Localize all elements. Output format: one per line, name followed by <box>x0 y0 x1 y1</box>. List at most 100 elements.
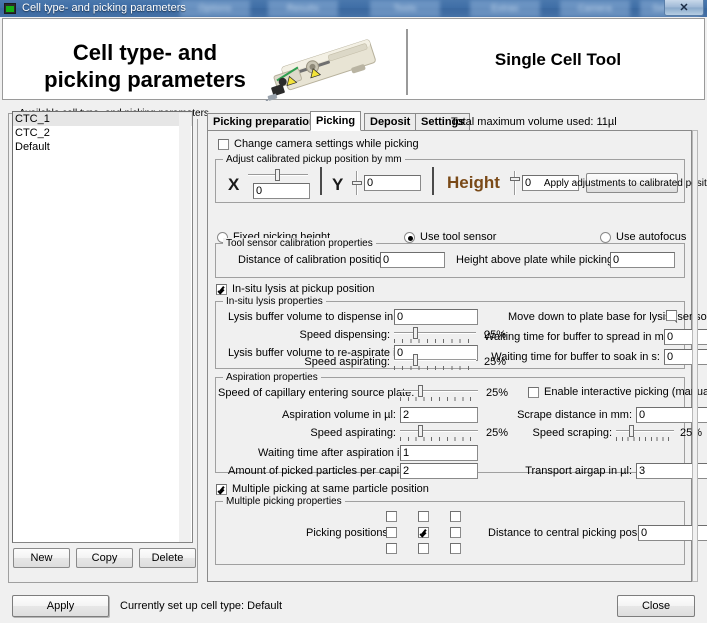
buffer-soak-time-input[interactable]: 0 <box>664 349 707 365</box>
buffer-soak-time-label: Waiting time for buffer to soak in s: <box>491 351 660 363</box>
speed-dispensing-ticks <box>394 339 476 343</box>
window-close-button[interactable]: ✕ <box>664 0 704 16</box>
list-item[interactable]: CTC_1 <box>13 112 192 126</box>
header-banner: Cell type- and picking parameters Single… <box>2 18 705 101</box>
amount-particles-input[interactable]: 2 <box>400 463 478 479</box>
lysis-speed-aspirating-thumb[interactable] <box>413 354 418 366</box>
aspiration-speed-track <box>400 430 478 432</box>
picking-position-cell-1-1[interactable] <box>418 527 429 538</box>
picking-position-cell-0-2[interactable] <box>450 511 461 522</box>
left-panel: Available cell type- and picking paramet… <box>8 105 212 589</box>
picking-position-cell-0-0[interactable] <box>386 511 397 522</box>
speed-dispensing-thumb[interactable] <box>413 327 418 339</box>
speed-capillary-slider[interactable] <box>400 385 478 401</box>
picking-position-cell-2-0[interactable] <box>386 543 397 554</box>
speed-scraping-slider[interactable] <box>616 425 674 441</box>
adjust-divider-2 <box>432 167 434 195</box>
list-item[interactable]: CTC_2 <box>13 126 192 140</box>
speed-dispensing-label: Speed dispensing: <box>299 329 390 341</box>
picking-position-cell-2-2[interactable] <box>450 543 461 554</box>
title-bar: Options Results Tools Extras Camera Sett… <box>0 0 707 17</box>
lysis-dispense-input[interactable]: 0 <box>394 309 478 325</box>
product-name: Single Cell Tool <box>494 50 622 69</box>
x-position-input[interactable]: 0 <box>253 183 310 199</box>
height-slider[interactable] <box>510 171 520 195</box>
close-button[interactable]: Close <box>617 595 695 617</box>
speed-dispensing-slider[interactable] <box>394 327 476 343</box>
aspiration-speed-slider[interactable] <box>400 425 478 441</box>
new-button[interactable]: New <box>13 548 70 568</box>
window-title: Cell type- and picking parameters <box>22 2 186 14</box>
picking-tab-panel: Change camera settings while picking Adj… <box>207 130 707 582</box>
change-camera-settings-label: Change camera settings while picking <box>234 138 419 150</box>
multiple-picking-group-label: Multiple picking properties <box>223 496 345 507</box>
calibration-distance-input[interactable]: 0 <box>380 252 445 268</box>
move-down-plate-base-label: Move down to plate base for lysis (senso… <box>508 311 707 323</box>
waiting-after-aspiration-label: Waiting time after aspiration in s: <box>258 447 418 459</box>
delete-button[interactable]: Delete <box>139 548 196 568</box>
y-axis-label: Y <box>332 175 344 194</box>
transport-airgap-label: Transport airgap in µl: <box>525 465 632 477</box>
enable-interactive-picking-label: Enable interactive picking (manual) <box>544 386 707 398</box>
speed-capillary-track <box>400 390 478 392</box>
listbox-scrollbar[interactable] <box>179 113 191 542</box>
speed-scraping-thumb[interactable] <box>629 425 634 437</box>
dialog-body: Available cell type- and picking paramet… <box>0 101 707 589</box>
aspiration-volume-label: Aspiration volume in µl: <box>282 409 396 421</box>
lysis-speed-aspirating-track <box>394 359 476 361</box>
tab-deposit[interactable]: Deposit <box>364 113 417 131</box>
background-window-tab-2: Results <box>268 0 338 17</box>
waiting-after-aspiration-input[interactable]: 1 <box>400 445 478 461</box>
copy-button[interactable]: Copy <box>76 548 133 568</box>
list-item[interactable]: Default <box>13 140 192 154</box>
move-down-plate-base-checkbox[interactable] <box>666 310 677 321</box>
background-window-tab-3: Tools <box>370 0 440 17</box>
speed-capillary-thumb[interactable] <box>418 385 423 397</box>
speed-capillary-label: Speed of capillary entering source plate… <box>218 387 415 399</box>
dialog-window: Options Results Tools Extras Camera Sett… <box>0 0 707 623</box>
height-slider-thumb[interactable] <box>510 177 520 181</box>
change-camera-settings-checkbox[interactable] <box>218 139 229 150</box>
use-tool-sensor-radio[interactable] <box>404 232 415 243</box>
tab-picking-preparation[interactable]: Picking preparation <box>207 113 322 131</box>
height-above-plate-input[interactable]: 0 <box>610 252 675 268</box>
page-title: Cell type- and picking parameters <box>25 39 265 93</box>
speed-scraping-ticks <box>616 437 674 441</box>
aspiration-speed-ticks <box>400 437 478 441</box>
background-window-tab-5: Camera <box>560 0 630 17</box>
total-volume-status: Total maximum volume used: 11µl <box>451 116 617 128</box>
buffer-spread-time-input[interactable]: 0 <box>664 329 707 345</box>
height-slider-track <box>514 171 516 195</box>
app-icon <box>4 3 16 14</box>
adjust-position-label: Adjust calibrated pickup position by mm <box>223 154 405 165</box>
aspiration-volume-input[interactable]: 2 <box>400 407 478 423</box>
lysis-speed-aspirating-ticks <box>394 366 476 370</box>
picking-position-cell-1-2[interactable] <box>450 527 461 538</box>
enable-interactive-picking-checkbox[interactable] <box>528 387 539 398</box>
x-slider-thumb[interactable] <box>275 169 280 181</box>
apply-adjustments-button[interactable]: Apply adjustments to calibrated position <box>544 173 707 193</box>
lysis-speed-aspirating-label: Speed aspirating: <box>304 356 390 368</box>
y-position-input[interactable]: 0 <box>364 175 421 191</box>
picking-position-cell-0-1[interactable] <box>418 511 429 522</box>
insitu-lysis-checkbox[interactable] <box>216 284 227 295</box>
y-position-slider[interactable] <box>352 171 362 195</box>
tab-page-scrollbar[interactable] <box>692 130 698 582</box>
picking-position-cell-2-1[interactable] <box>418 543 429 554</box>
cell-type-listbox[interactable]: CTC_1 CTC_2 Default <box>12 111 193 543</box>
use-autofocus-radio[interactable] <box>600 232 611 243</box>
picking-position-cell-1-0[interactable] <box>386 527 397 538</box>
lysis-speed-aspirating-slider[interactable] <box>394 354 476 370</box>
list-action-buttons: New Copy Delete <box>13 548 196 568</box>
page-title-line2: picking parameters <box>44 67 246 92</box>
apply-button[interactable]: Apply <box>12 595 109 617</box>
current-cell-type-status: Currently set up cell type: Default <box>120 600 283 612</box>
aspiration-speed-thumb[interactable] <box>418 425 423 437</box>
speed-dispensing-track <box>394 332 476 334</box>
page-title-line1: Cell type- and <box>72 40 218 65</box>
tab-picking[interactable]: Picking <box>310 111 362 131</box>
multiple-picking-checkbox[interactable] <box>216 484 227 495</box>
y-slider-thumb[interactable] <box>352 181 362 185</box>
speed-capillary-ticks <box>400 397 478 401</box>
tool-sensor-group-label: Tool sensor calibration properties <box>223 238 376 249</box>
